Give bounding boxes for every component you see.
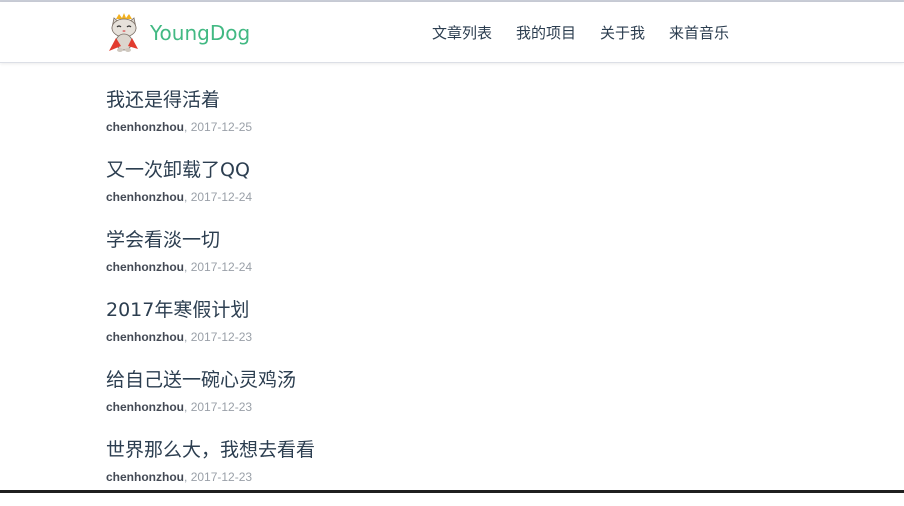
post-author[interactable]: chenhonzhou <box>106 120 184 134</box>
list-item: 我还是得活着 chenhonzhou, 2017-12-25 <box>106 86 806 156</box>
post-meta-separator: , <box>184 330 188 344</box>
post-meta: chenhonzhou, 2017-12-23 <box>106 329 806 345</box>
list-item: 学会看淡一切 chenhonzhou, 2017-12-24 <box>106 226 806 296</box>
post-author[interactable]: chenhonzhou <box>106 400 184 414</box>
post-title[interactable]: 给自己送一碗心灵鸡汤 <box>106 366 806 394</box>
post-title[interactable]: 2017年寒假计划 <box>106 296 806 324</box>
nav-article-list[interactable]: 文章列表 <box>432 22 492 43</box>
post-date: 2017-12-25 <box>190 120 253 134</box>
brand-link[interactable]: YoungDog <box>107 13 250 53</box>
post-date: 2017-12-23 <box>190 330 253 344</box>
brand-name: YoungDog <box>150 21 251 45</box>
post-date: 2017-12-23 <box>190 470 253 484</box>
nav-music[interactable]: 来首音乐 <box>669 22 729 43</box>
cat-mascot-logo-icon <box>109 13 138 52</box>
list-item: 2017年寒假计划 chenhonzhou, 2017-12-23 <box>106 296 806 366</box>
post-date: 2017-12-23 <box>190 400 253 414</box>
post-title[interactable]: 又一次卸载了QQ <box>106 156 806 184</box>
post-meta-separator: , <box>184 470 188 484</box>
list-item: 又一次卸载了QQ chenhonzhou, 2017-12-24 <box>106 156 806 226</box>
post-meta-separator: , <box>184 190 188 204</box>
nav-about-me[interactable]: 关于我 <box>600 22 645 43</box>
post-title[interactable]: 世界那么大，我想去看看 <box>106 436 806 464</box>
post-author[interactable]: chenhonzhou <box>106 470 184 484</box>
post-meta: chenhonzhou, 2017-12-23 <box>106 399 806 415</box>
post-author[interactable]: chenhonzhou <box>106 190 184 204</box>
main-nav: 文章列表 我的项目 关于我 来首音乐 <box>432 22 753 43</box>
navbar: YoungDog 文章列表 我的项目 关于我 来首音乐 <box>0 2 904 63</box>
post-meta-separator: , <box>184 400 188 414</box>
post-meta: chenhonzhou, 2017-12-24 <box>106 189 806 205</box>
post-meta-separator: , <box>184 120 188 134</box>
post-list: 我还是得活着 chenhonzhou, 2017-12-25 又一次卸载了QQ … <box>106 86 806 506</box>
list-item: 世界那么大，我想去看看 chenhonzhou, 2017-12-23 <box>106 436 806 506</box>
post-meta: chenhonzhou, 2017-12-23 <box>106 469 806 485</box>
nav-my-projects[interactable]: 我的项目 <box>516 22 576 43</box>
post-title[interactable]: 我还是得活着 <box>106 86 806 114</box>
post-meta: chenhonzhou, 2017-12-25 <box>106 119 806 135</box>
post-meta-separator: , <box>184 260 188 274</box>
post-author[interactable]: chenhonzhou <box>106 330 184 344</box>
post-date: 2017-12-24 <box>190 190 253 204</box>
post-title[interactable]: 学会看淡一切 <box>106 226 806 254</box>
post-author[interactable]: chenhonzhou <box>106 260 184 274</box>
post-date: 2017-12-24 <box>190 260 253 274</box>
list-item: 给自己送一碗心灵鸡汤 chenhonzhou, 2017-12-23 <box>106 366 806 436</box>
post-meta: chenhonzhou, 2017-12-24 <box>106 259 806 275</box>
